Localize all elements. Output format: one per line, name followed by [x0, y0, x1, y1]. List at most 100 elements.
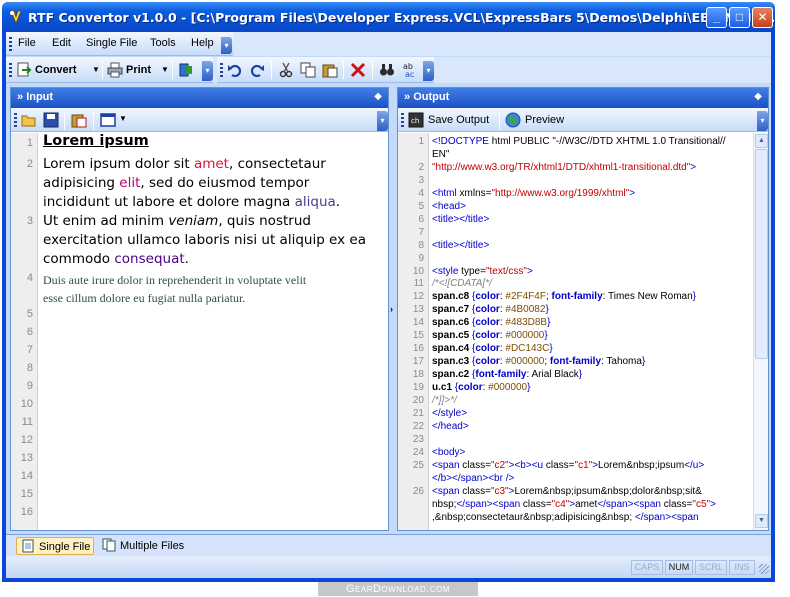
panel-splitter[interactable]: › — [389, 87, 397, 531]
title-bar[interactable]: RTF Convertor v1.0.0 - [C:\Program Files… — [2, 2, 775, 32]
grip-handle[interactable] — [401, 113, 404, 127]
convert-button[interactable]: Convert ▼ — [16, 60, 100, 80]
vertical-scrollbar[interactable]: ▲ ▼ — [753, 133, 768, 530]
multiple-files-icon — [102, 538, 116, 552]
app-icon — [10, 10, 22, 25]
scroll-up-button[interactable]: ▲ — [755, 134, 768, 148]
input-panel-header: » Input ◆ — [11, 88, 388, 108]
undo-icon[interactable] — [227, 62, 243, 78]
panel-customize-button[interactable]: ▾ — [757, 111, 768, 131]
dropdown-arrow-icon[interactable]: ▼ — [161, 60, 169, 80]
menu-customize-button[interactable]: ▾ — [221, 37, 232, 54]
globe-icon — [505, 112, 521, 128]
window-title: RTF Convertor v1.0.0 - [C:\Program Files… — [28, 10, 775, 25]
chevron-right-icon: » — [17, 91, 24, 103]
code-line: </b></span><br /> — [432, 472, 515, 484]
scroll-thumb[interactable] — [755, 149, 768, 359]
code-line: /*<![CDATA[*/ — [432, 278, 492, 290]
code-line: <span class="c3">Lorem&nbsp;ipsum&nbsp;d… — [432, 485, 702, 497]
line-number: 7 — [26, 344, 33, 356]
line-number: 6 — [26, 326, 33, 338]
menu-single-file[interactable]: Single File — [86, 37, 137, 49]
redo-icon[interactable] — [249, 62, 265, 78]
exit-icon[interactable] — [178, 62, 194, 78]
code-line: </head> — [432, 420, 469, 432]
grip-handle[interactable] — [9, 37, 12, 51]
menu-help[interactable]: Help — [191, 37, 214, 49]
cut-icon[interactable] — [278, 62, 294, 78]
toolbar-customize-button[interactable]: ▾ — [202, 61, 213, 81]
chevron-down-icon: ▾ — [380, 116, 385, 125]
code-line: span.c8 {color: #2F4F4F; font-family: Ti… — [432, 291, 697, 303]
menu-file[interactable]: File — [18, 37, 36, 49]
minimize-button[interactable]: _ — [706, 7, 727, 28]
toolbar-separator — [271, 61, 272, 79]
status-caps: CAPS — [631, 560, 663, 575]
code-line: <head> — [432, 200, 466, 212]
resize-grip-icon[interactable] — [759, 564, 769, 574]
open-folder-icon[interactable] — [21, 112, 37, 128]
code-line: span.c6 {color: #483D8B} — [432, 317, 551, 329]
html-source-view[interactable]: <!DOCTYPE html PUBLIC "-//W3C//DTD XHTML… — [398, 133, 753, 530]
menu-edit[interactable]: Edit — [52, 37, 71, 49]
dropdown-arrow-icon[interactable]: ▼ — [92, 60, 100, 80]
maximize-button[interactable]: □ — [729, 7, 750, 28]
paste-special-icon[interactable] — [71, 112, 87, 128]
print-button[interactable]: Print ▼ — [107, 60, 169, 80]
code-line: <title></title> — [432, 213, 490, 225]
delete-icon[interactable] — [350, 62, 366, 78]
replace-icon[interactable]: ab ac — [401, 61, 419, 79]
grip-handle[interactable] — [9, 63, 12, 77]
panel-customize-button[interactable]: ▾ — [377, 111, 388, 131]
code-line: span.c2 {font-family: Arial Black} — [432, 369, 583, 381]
tab-multiple-files[interactable]: Multiple Files — [98, 537, 190, 555]
line-number: 9 — [26, 380, 33, 392]
main-toolbar: Convert ▼ Print ▼ ▾ ab ac ▾ — [6, 57, 771, 83]
convert-icon — [17, 62, 32, 77]
toolbar-separator — [102, 61, 103, 79]
rich-text-editor[interactable]: Lorem ipsum Lorem ipsum dolor sit amet, … — [41, 133, 387, 530]
line-number: 14 — [20, 470, 33, 482]
watermark: GearDownload.com — [318, 582, 478, 596]
svg-text:ch: ch — [411, 117, 419, 125]
line-number-gutter: 1 2 3 4 5 6 7 8 9 10 11 12 13 14 15 16 — [11, 133, 38, 530]
pin-icon[interactable]: ◆ — [754, 91, 762, 102]
close-icon: ✕ — [757, 10, 768, 24]
paragraph-1: Lorem ipsum dolor sit amet, consectetaur… — [43, 156, 341, 210]
input-panel-toolbar: ▼ ▾ — [11, 108, 388, 132]
output-panel-header: » Output ◆ — [398, 88, 768, 108]
find-icon[interactable] — [379, 62, 395, 78]
copy-icon[interactable] — [300, 62, 316, 78]
code-line: <style type="text/css"> — [432, 265, 533, 277]
toolbar-customize-button[interactable]: ▾ — [423, 61, 434, 81]
status-bar: CAPS NUM SCRL INS — [6, 556, 771, 578]
save-output-button[interactable]: ch Save Output — [408, 110, 496, 130]
grip-handle[interactable] — [14, 113, 17, 127]
line-number: 5 — [26, 308, 33, 320]
tab-single-file[interactable]: Single File — [16, 537, 94, 555]
close-button[interactable]: ✕ — [752, 7, 773, 28]
paste-icon[interactable] — [322, 62, 338, 78]
code-line: span.c4 {color: #DC143C} — [432, 343, 553, 355]
menu-tools[interactable]: Tools — [150, 37, 176, 49]
save-icon[interactable] — [43, 112, 59, 128]
save-output-icon: ch — [408, 112, 424, 128]
chevron-right-icon: » — [404, 91, 411, 103]
preview-button[interactable]: Preview — [505, 110, 571, 130]
scroll-down-button[interactable]: ▼ — [755, 514, 768, 528]
pin-icon[interactable]: ◆ — [374, 91, 382, 102]
code-line: <span class="c2"><b><u class="c1">Lorem&… — [432, 459, 705, 471]
code-line: u.c1 {color: #000000} — [432, 382, 531, 394]
code-line: <html xmlns="http://www.w3.org/1999/xhtm… — [432, 187, 636, 199]
code-line: /*]]>*/ — [432, 395, 457, 406]
printer-icon — [107, 62, 123, 78]
grip-handle[interactable] — [220, 63, 223, 77]
dropdown-arrow-icon[interactable]: ▼ — [119, 114, 127, 123]
code-line: ,&nbsp;consectetaur&nbsp;adipisicing&nbs… — [432, 511, 699, 523]
window-options-icon[interactable] — [100, 112, 116, 128]
client-area: File Edit Single File Tools Help ▾ Conve… — [6, 32, 771, 578]
line-number: 15 — [20, 488, 33, 500]
code-line: span.c3 {color: #000000; font-family: Ta… — [432, 356, 646, 368]
splitter-arrow-icon[interactable]: › — [390, 304, 393, 314]
output-panel-toolbar: ch Save Output Preview ▾ — [398, 108, 768, 132]
